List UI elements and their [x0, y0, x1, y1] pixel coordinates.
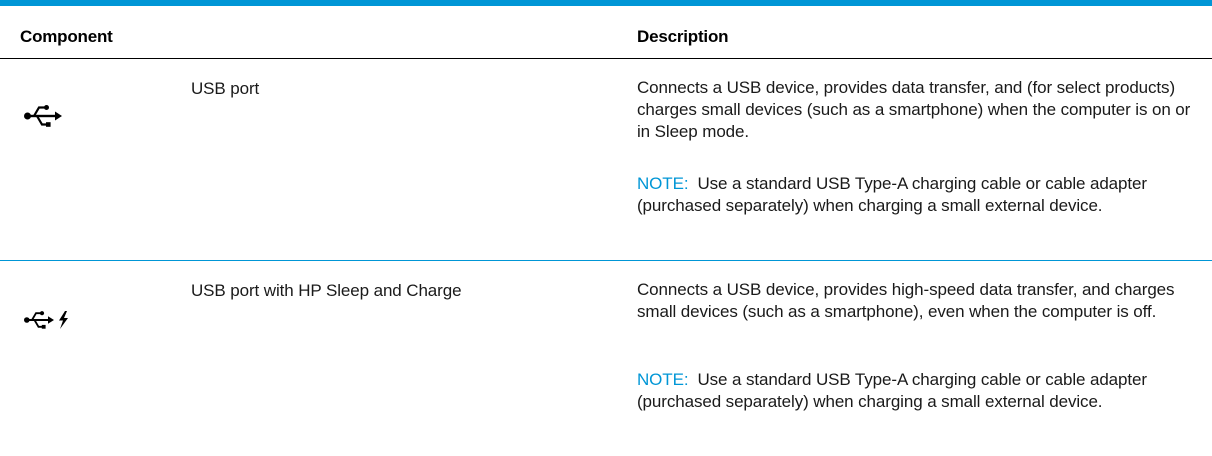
note-label: NOTE: — [637, 174, 689, 193]
component-name: USB port with HP Sleep and Charge — [191, 281, 462, 300]
component-table: Component Description USB port Connects … — [0, 0, 1212, 456]
note-text: Use a standard USB Type-A charging cable… — [637, 174, 1147, 215]
usb-icon — [24, 105, 62, 132]
component-description: Connects a USB device, provides data tra… — [637, 78, 1191, 141]
table-row: USB port with HP Sleep and Charge Connec… — [0, 261, 1212, 456]
header-description: Description — [637, 27, 729, 46]
component-name: USB port — [191, 79, 260, 98]
usb-sleep-and-charge-icon — [24, 311, 70, 334]
note: NOTE: Use a standard USB Type-A charging … — [637, 173, 1197, 217]
header-component: Component — [20, 27, 113, 46]
table-header-row: Component Description — [0, 6, 1212, 59]
note: NOTE: Use a standard USB Type-A charging … — [637, 369, 1197, 413]
table-row: USB port Connects a USB device, provides… — [0, 59, 1212, 261]
note-text: Use a standard USB Type-A charging cable… — [637, 370, 1147, 411]
note-label: NOTE: — [637, 370, 689, 389]
component-description: Connects a USB device, provides high-spe… — [637, 280, 1175, 321]
